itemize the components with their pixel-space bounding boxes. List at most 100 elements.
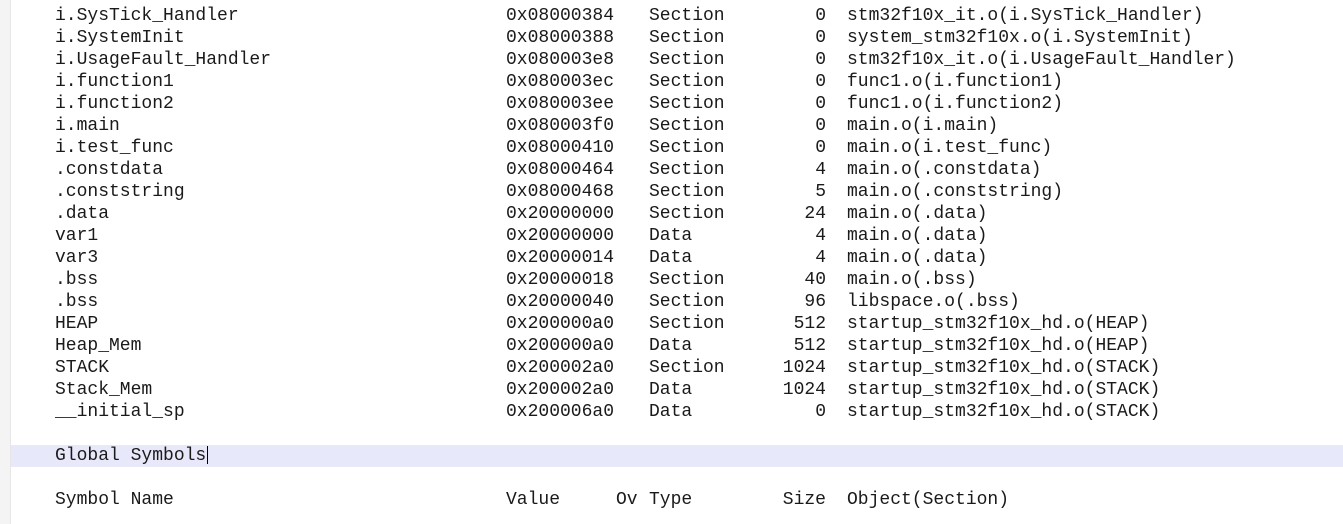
- table-row: HEAP 0x200000a0 Section 512 startup_stm32f10…: [0, 313, 1343, 335]
- size-cell: 0: [815, 50, 826, 70]
- symbol-cell: .bss: [55, 292, 99, 312]
- size-cell: 4: [815, 160, 826, 180]
- symbol-cell: __initial_sp: [55, 402, 185, 422]
- symbol-cell: HEAP: [55, 314, 99, 334]
- size-cell: 96: [804, 292, 826, 312]
- object-cell: main.o(.conststring): [847, 182, 1064, 202]
- size-cell: 1024: [782, 358, 826, 378]
- size-cell: 0: [815, 94, 826, 114]
- table-row: .bss 0x20000040 Section 96 libspace.o(.bss): [0, 291, 1343, 313]
- symbol-cell: Stack_Mem: [55, 380, 153, 400]
- symbol-cell: i.function2: [55, 94, 174, 114]
- global-symbols-heading: Global Symbols: [55, 446, 209, 466]
- value-cell: 0x08000410: [506, 138, 615, 158]
- table-row: i.function2 0x080003ee Section 0 func1.o(i.f…: [0, 93, 1343, 115]
- symbol-cell: i.test_func: [55, 138, 174, 158]
- table-row: __initial_sp 0x200006a0 Data 0 startup_stm32…: [0, 401, 1343, 423]
- table-row: Stack_Mem 0x200002a0 Data 1024 startup_stm32…: [0, 379, 1343, 401]
- table-row: i.test_func 0x08000410 Section 0 main.o(i.te…: [0, 137, 1343, 159]
- symbol-cell: i.function1: [55, 72, 174, 92]
- symbol-cell: i.UsageFault_Handler: [55, 50, 272, 70]
- value-cell: 0x080003e8: [506, 50, 615, 70]
- table-row: Heap_Mem 0x200000a0 Data 512 startup_stm32f1…: [0, 335, 1343, 357]
- table-row: var1 0x20000000 Data 4 main.o(.data): [0, 225, 1343, 247]
- size-cell: 0: [815, 138, 826, 158]
- size-cell: 0: [815, 116, 826, 136]
- table-row: var3 0x20000014 Data 4 main.o(.data): [0, 247, 1343, 269]
- table-row: i.function1 0x080003ec Section 0 func1.o(i.f…: [0, 71, 1343, 93]
- value-cell: 0x20000000: [506, 204, 615, 224]
- value-cell: 0x20000018: [506, 270, 615, 290]
- text-editor[interactable]: i.SysTick_Handler 0x08000384 Section 0 stm32…: [0, 0, 1343, 524]
- value-cell: 0x08000464: [506, 160, 615, 180]
- value-cell: 0x200006a0: [506, 402, 615, 422]
- value-cell: 0x20000040: [506, 292, 615, 312]
- symbol-cell: var3: [55, 248, 99, 268]
- symbol-cell: i.SysTick_Handler: [55, 6, 239, 26]
- table-row: i.UsageFault_Handler 0x080003e8 Section 0st…: [0, 49, 1343, 71]
- object-cell: stm32f10x_it.o(i.UsageFault_Handler): [847, 50, 1236, 70]
- object-cell: main.o(.data): [847, 204, 988, 224]
- size-cell: 0: [815, 6, 826, 26]
- header-symbol-name: Symbol Name: [55, 490, 174, 510]
- value-cell: 0x08000384: [506, 6, 615, 26]
- table-row: STACK 0x200002a0 Section 1024 startup_stm32f…: [0, 357, 1343, 379]
- symbol-cell: .bss: [55, 270, 99, 290]
- size-cell: 4: [815, 248, 826, 268]
- size-cell: 24: [804, 204, 826, 224]
- symbol-cell: i.main: [55, 116, 120, 136]
- size-cell: 5: [815, 182, 826, 202]
- table-row: .conststring 0x08000468 Section 5 main.o(.co…: [0, 181, 1343, 203]
- table-row: .bss 0x20000018 Section 40 main.o(.bss): [0, 269, 1343, 291]
- object-cell: main.o(.bss): [847, 270, 977, 290]
- value-cell: 0x200000a0: [506, 336, 615, 356]
- object-cell: main.o(.data): [847, 226, 988, 246]
- object-cell: func1.o(i.function2): [847, 94, 1064, 114]
- size-cell: 40: [804, 270, 826, 290]
- object-cell: main.o(.constdata): [847, 160, 1042, 180]
- value-cell: 0x200000a0: [506, 314, 615, 334]
- object-cell: main.o(i.test_func): [847, 138, 1053, 158]
- table-row: .constdata 0x08000464 Section 4 main.o(.cons…: [0, 159, 1343, 181]
- table-row: i.main 0x080003f0 Section 0 main.o(i.main): [0, 115, 1343, 137]
- symbol-cell: Heap_Mem: [55, 336, 142, 356]
- value-cell: 0x20000014: [506, 248, 615, 268]
- size-cell: 512: [793, 314, 826, 334]
- header-object: Object(Section): [847, 490, 1010, 510]
- object-cell: main.o(.data): [847, 248, 988, 268]
- header-size: Size: [782, 490, 826, 510]
- value-cell: 0x200002a0: [506, 380, 615, 400]
- object-cell: func1.o(i.function1): [847, 72, 1064, 92]
- symbol-cell: var1: [55, 226, 99, 246]
- object-cell: libspace.o(.bss): [847, 292, 1020, 312]
- symbol-cell: i.SystemInit: [55, 28, 185, 48]
- value-cell: 0x080003ec: [506, 72, 615, 92]
- size-cell: 0: [815, 72, 826, 92]
- object-cell: stm32f10x_it.o(i.SysTick_Handler): [847, 6, 1204, 26]
- object-cell: startup_stm32f10x_hd.o(STACK): [847, 402, 1161, 422]
- object-cell: main.o(i.main): [847, 116, 999, 136]
- object-cell: system_stm32f10x.o(i.SystemInit): [847, 28, 1193, 48]
- symbol-cell: .conststring: [55, 182, 185, 202]
- value-cell: 0x20000000: [506, 226, 615, 246]
- size-cell: 1024: [782, 380, 826, 400]
- value-cell: 0x08000388: [506, 28, 615, 48]
- value-cell: 0x080003f0: [506, 116, 615, 136]
- object-cell: startup_stm32f10x_hd.o(STACK): [847, 358, 1161, 378]
- size-cell: 512: [793, 336, 826, 356]
- size-cell: 4: [815, 226, 826, 246]
- text-caret: [207, 446, 209, 465]
- size-cell: 0: [815, 402, 826, 422]
- symbol-cell: .data: [55, 204, 110, 224]
- table-row: i.SystemInit 0x08000388 Section 0 system_stm…: [0, 27, 1343, 49]
- value-cell: 0x08000468: [506, 182, 615, 202]
- current-line[interactable]: Global Symbols: [11, 445, 1343, 467]
- value-cell: 0x200002a0: [506, 358, 615, 378]
- size-cell: 0: [815, 28, 826, 48]
- header-value: Value: [506, 490, 561, 510]
- symbol-cell: STACK: [55, 358, 110, 378]
- table-row: i.SysTick_Handler 0x08000384 Section 0 stm32…: [0, 5, 1343, 27]
- object-cell: startup_stm32f10x_hd.o(STACK): [847, 380, 1161, 400]
- table-header-row: Symbol Name Value Ov Type Size Object(Se…: [0, 489, 1343, 511]
- value-cell: 0x080003ee: [506, 94, 615, 114]
